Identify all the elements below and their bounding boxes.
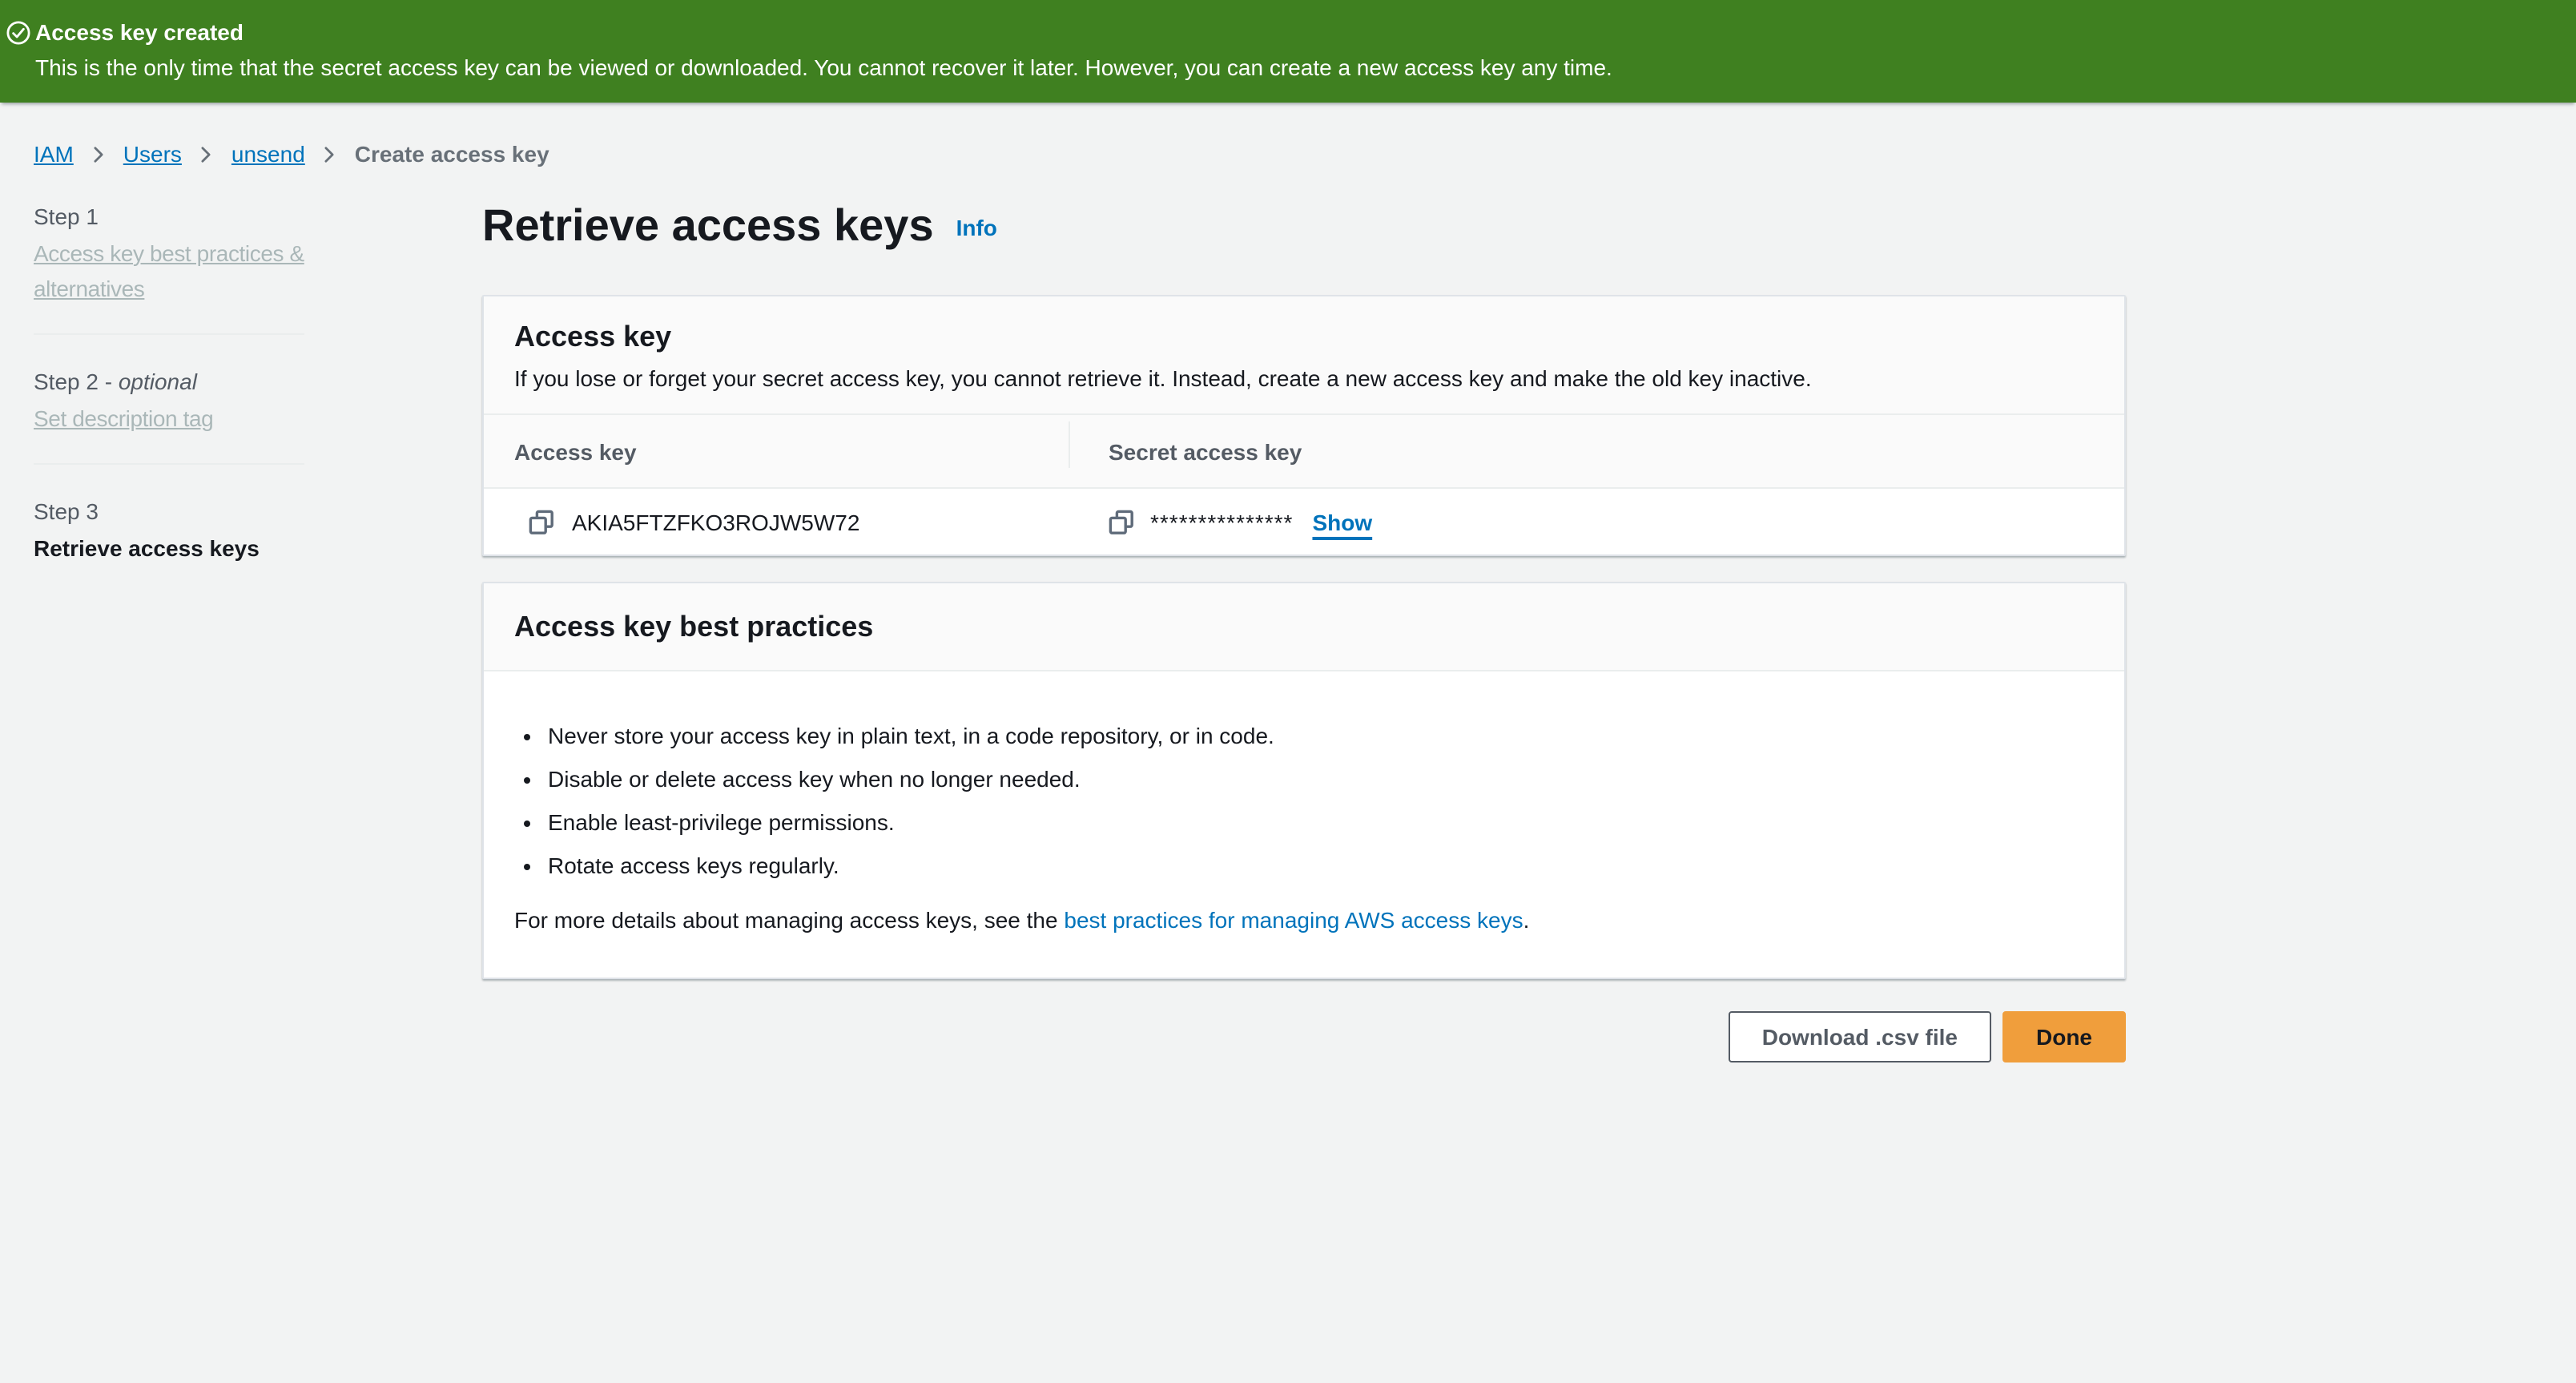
best-practices-footer: For more details about managing access k…: [514, 904, 2094, 936]
best-practices-card-header: Access key best practices: [484, 583, 2124, 671]
secret-access-key-masked: ***************: [1150, 509, 1293, 534]
breadcrumb-link-users[interactable]: Users: [123, 138, 182, 170]
page-title: Retrieve access keys: [482, 200, 934, 250]
step2-link[interactable]: Set description tag: [34, 405, 213, 431]
key-table-header: Access key Secret access key: [484, 415, 2124, 489]
column-secret-access-key: Secret access key: [1109, 438, 1302, 464]
chevron-right-icon: [90, 145, 107, 163]
check-circle-icon: [6, 21, 30, 45]
step3-current-title: Retrieve access keys: [34, 530, 328, 566]
banner-title: Access key created: [35, 16, 244, 50]
best-practice-item: Enable least-privilege permissions.: [548, 806, 2094, 838]
chevron-right-icon: [321, 145, 339, 163]
breadcrumb: IAM Users unsend Create access key: [34, 138, 549, 170]
best-practices-card-title: Access key best practices: [514, 607, 2094, 646]
best-practices-link[interactable]: best practices for managing AWS access k…: [1064, 907, 1523, 933]
access-key-card-description: If you lose or forget your secret access…: [514, 362, 2094, 394]
copy-icon[interactable]: [529, 509, 554, 534]
step3-label: Step 3: [34, 494, 328, 529]
access-key-card-header: Access key If you lose or forget your se…: [484, 296, 2124, 415]
column-access-key: Access key: [514, 438, 637, 464]
best-practices-body: Never store your access key in plain tex…: [484, 671, 2124, 978]
copy-icon[interactable]: [1109, 509, 1134, 534]
best-practice-item: Rotate access keys regularly.: [548, 849, 2094, 881]
main-content: Retrieve access keys Info Access key If y…: [482, 0, 2126, 1062]
best-practice-item: Disable or delete access key when no lon…: [548, 763, 2094, 795]
step1-link[interactable]: Access key best practices & alternatives: [34, 240, 304, 301]
show-secret-link[interactable]: Show: [1312, 509, 1372, 534]
page-header: Retrieve access keys Info: [482, 199, 2126, 253]
breadcrumb-link-unsend[interactable]: unsend: [231, 138, 305, 170]
key-table-row: AKIA5FTZFKO3ROJW5W72 *************** Sho…: [484, 489, 2124, 554]
info-link[interactable]: Info: [956, 215, 997, 240]
best-practice-item: Never store your access key in plain tex…: [548, 720, 2094, 752]
divider: [34, 463, 304, 465]
download-csv-button[interactable]: Download .csv file: [1729, 1011, 1991, 1062]
chevron-right-icon: [198, 145, 215, 163]
breadcrumb-link-iam[interactable]: IAM: [34, 138, 74, 170]
access-key-card: Access key If you lose or forget your se…: [482, 295, 2126, 556]
step1-label: Step 1: [34, 199, 328, 234]
step2-optional-label: optional: [119, 369, 197, 394]
best-practices-card: Access key best practices Never store yo…: [482, 582, 2126, 979]
access-key-card-title: Access key: [514, 317, 2094, 356]
actions-bar: Download .csv file Done: [482, 1011, 2126, 1062]
done-button[interactable]: Done: [2002, 1011, 2126, 1062]
access-key-value: AKIA5FTZFKO3ROJW5W72: [572, 509, 859, 534]
page: Access key created This is the only time…: [0, 0, 2576, 1383]
divider: [34, 333, 304, 335]
step-nav: Step 1 Access key best practices & alter…: [34, 199, 328, 566]
step2-label: Step 2 - optional: [34, 364, 328, 399]
best-practices-list: Never store your access key in plain tex…: [514, 720, 2094, 881]
